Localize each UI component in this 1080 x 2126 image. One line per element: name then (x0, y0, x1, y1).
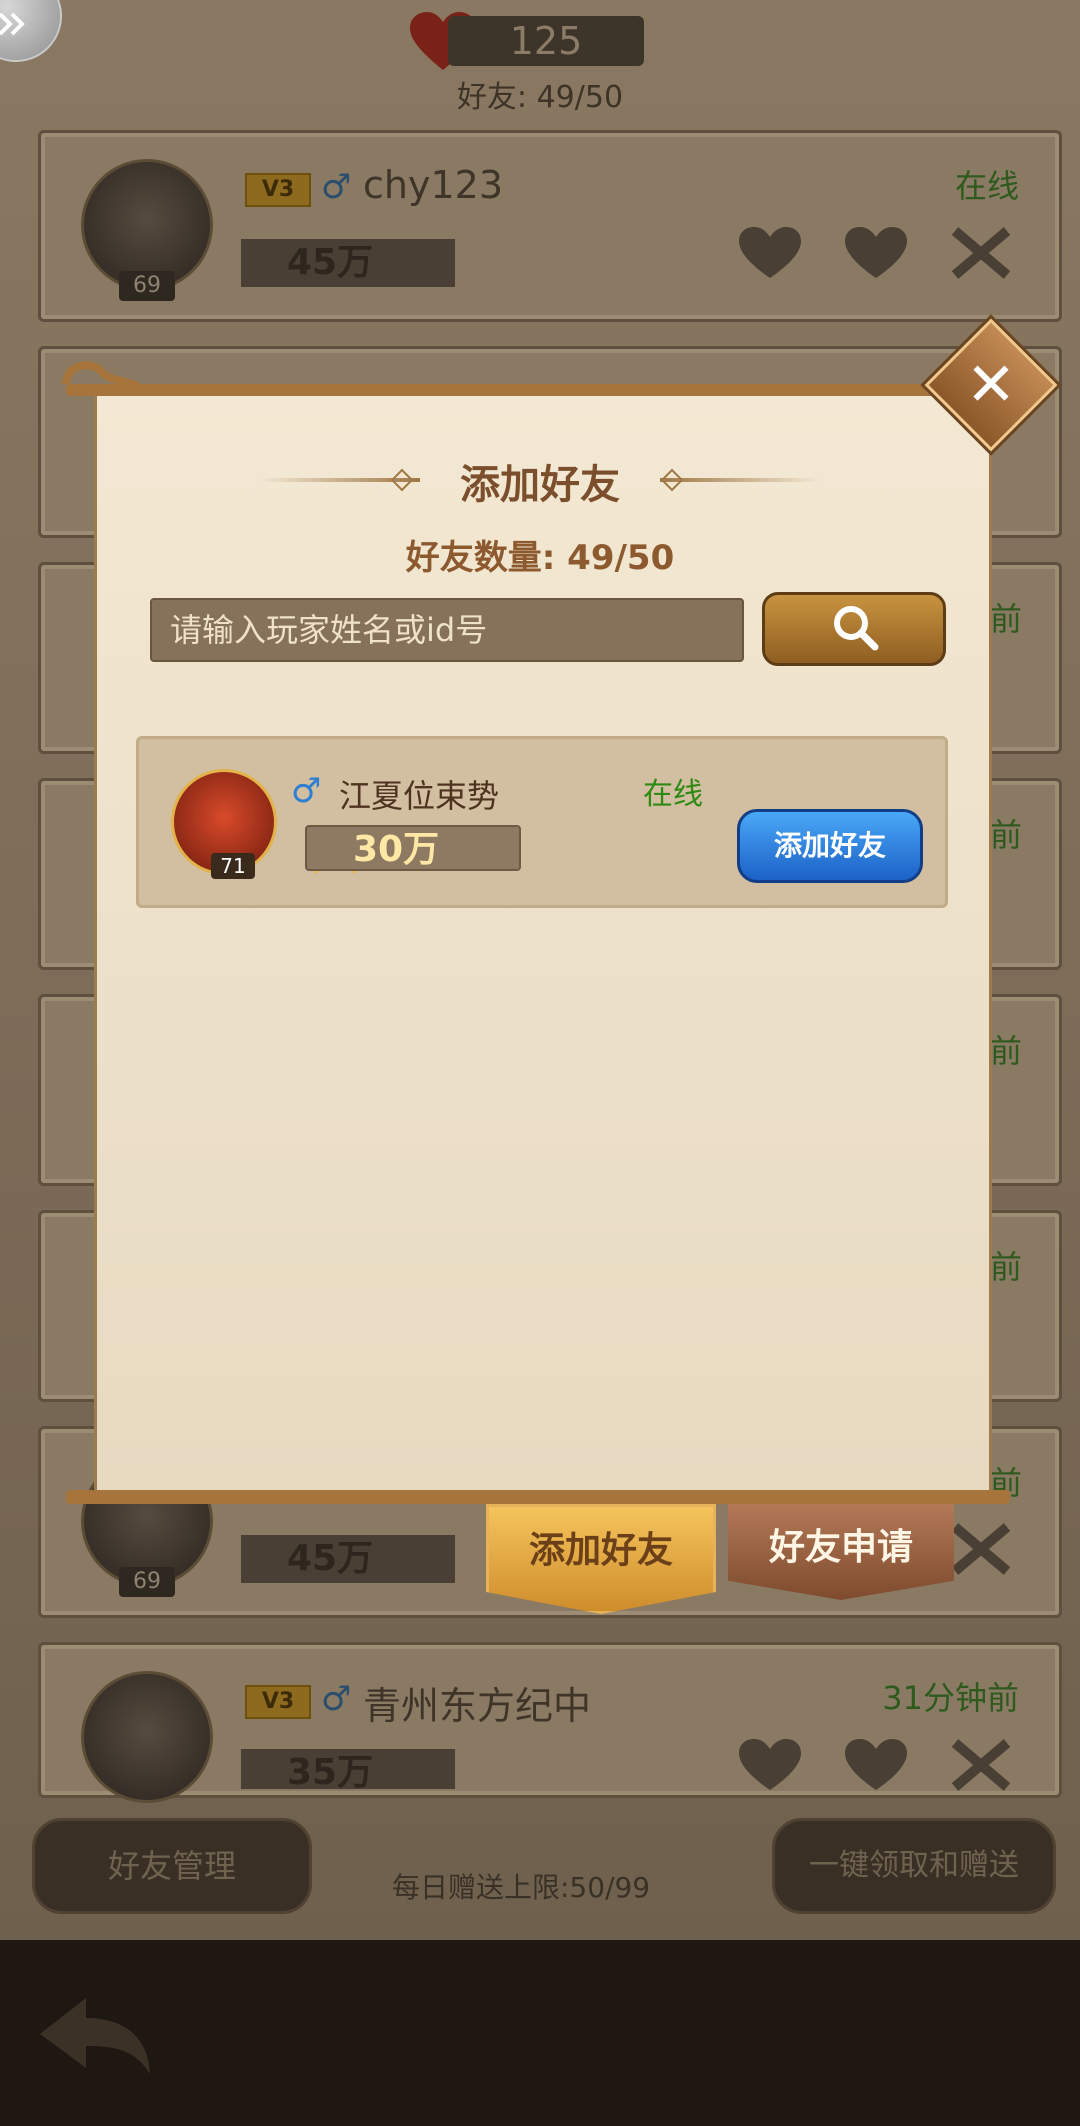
friend-manage-button[interactable]: 好友管理 (32, 1818, 312, 1914)
search-icon (834, 606, 879, 651)
add-heart-icon[interactable] (841, 1735, 911, 1795)
battle-icon[interactable] (947, 1735, 1017, 1795)
daily-gift-limit: 每日赠送上限:50/99 (392, 1871, 651, 1904)
scroll-ornament-icon (62, 361, 140, 390)
bottom-bar (0, 1940, 1080, 2126)
search-input[interactable] (150, 598, 744, 662)
male-icon: ♂ (321, 1679, 352, 1719)
dialog-bottom-bar (66, 1490, 1010, 1504)
power-value: 30万 (305, 825, 521, 871)
friend-quota: 好友数量: 49/50 (405, 538, 675, 578)
power-value: 45万 (241, 239, 455, 287)
search-button[interactable] (762, 592, 946, 666)
friend-name: chy123 (363, 163, 503, 207)
level-badge: 69 (119, 271, 175, 301)
player-name: 江夏位束势 (339, 777, 500, 815)
add-friend-button[interactable]: 添加好友 (737, 809, 923, 883)
back-arrow-icon[interactable] (36, 1990, 156, 2080)
friend-name: 青州东方纪中 (363, 1684, 592, 1728)
double-chevron-icon (0, 12, 25, 36)
battle-icon[interactable] (947, 1519, 1017, 1579)
power-value: 45万 (241, 1535, 455, 1583)
level-badge: 69 (119, 1567, 175, 1597)
close-icon: ✕ (965, 350, 1017, 420)
friend-card[interactable]: 69 V3 ♂ chy123 在线 45万 (38, 130, 1062, 322)
friend-status: 前 (990, 1248, 1023, 1286)
level-badge: 71 (211, 853, 255, 879)
friend-status: 31分钟前 (882, 1679, 1019, 1717)
dialog-title: 添加好友 (460, 462, 620, 508)
dialog-top-bar (66, 384, 992, 396)
friend-status: 前 (990, 600, 1023, 638)
send-heart-icon[interactable] (735, 1735, 805, 1795)
friend-status: 前 (990, 1032, 1023, 1070)
male-icon: ♂ (321, 167, 352, 207)
avatar (81, 1671, 213, 1803)
tab-add-friend[interactable]: 添加好友 (486, 1504, 716, 1614)
vip-badge: V3 (245, 1685, 311, 1719)
friend-status: 前 (990, 816, 1023, 854)
claim-and-send-all-button[interactable]: 一键领取和赠送 (772, 1818, 1056, 1914)
battle-icon[interactable] (947, 223, 1017, 283)
player-status: 在线 (643, 777, 703, 812)
friend-status: 在线 (954, 167, 1019, 205)
friend-card[interactable]: V3 ♂ 青州东方纪中 31分钟前 35万 (38, 1642, 1062, 1803)
title-ornament (660, 478, 820, 482)
tab-friend-requests[interactable]: 好友申请 (728, 1504, 954, 1600)
vip-badge: V3 (245, 173, 311, 207)
send-heart-icon[interactable] (735, 223, 805, 283)
male-icon: ♂ (291, 771, 322, 811)
add-heart-icon[interactable] (841, 223, 911, 283)
power-value: 35万 (241, 1749, 455, 1793)
friend-count: 好友: 49/50 (456, 80, 624, 115)
heart-count: 125 (448, 16, 644, 66)
search-result-card: 71 ♂ 江夏位束势 在线 30万 添加好友 (136, 736, 948, 908)
